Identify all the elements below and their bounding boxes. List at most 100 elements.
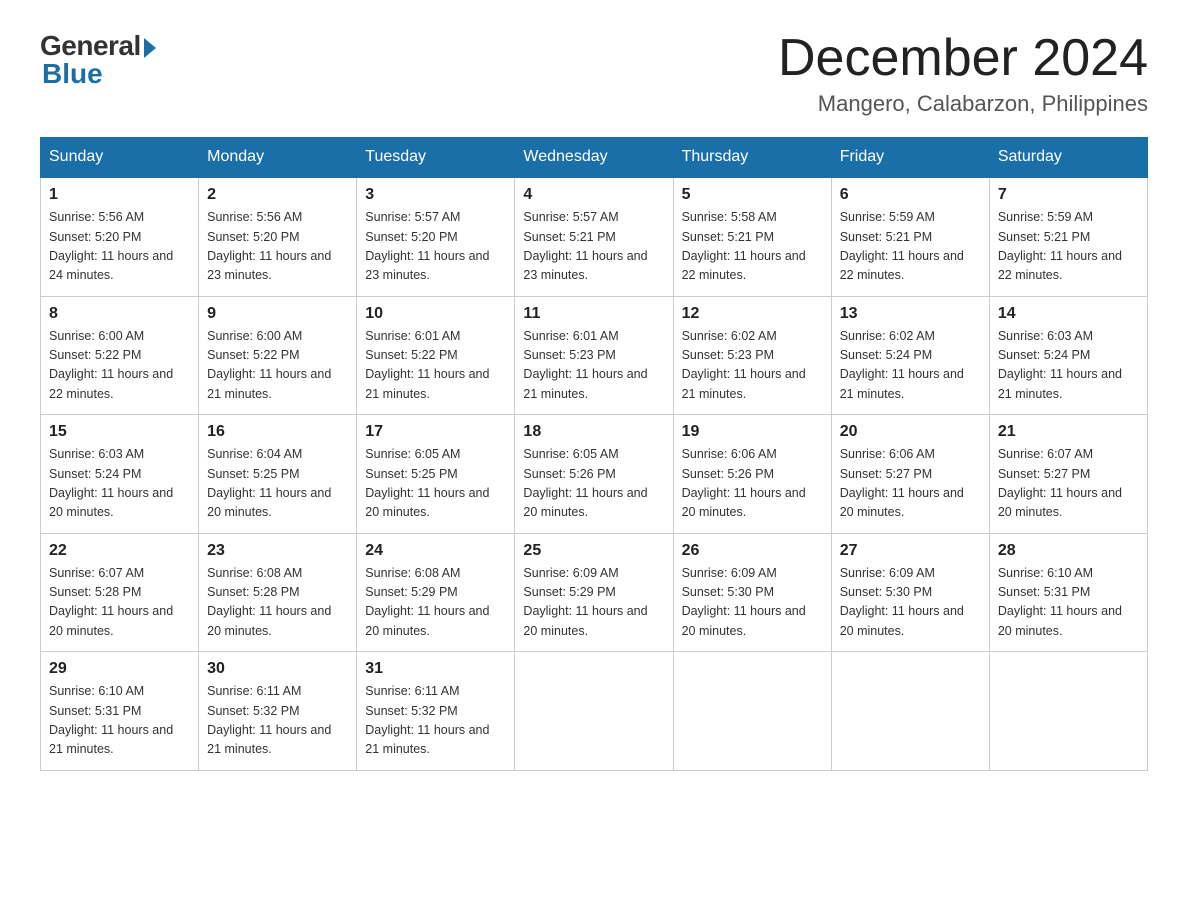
calendar-week-row: 1 Sunrise: 5:56 AMSunset: 5:20 PMDaylight… — [41, 177, 1148, 296]
sun-info: Sunrise: 5:56 AMSunset: 5:20 PMDaylight:… — [207, 208, 348, 286]
sun-info: Sunrise: 6:01 AMSunset: 5:22 PMDaylight:… — [365, 327, 506, 405]
calendar-cell: 16Sunrise: 6:04 AMSunset: 5:25 PMDayligh… — [199, 415, 357, 534]
calendar-cell — [831, 652, 989, 771]
sun-info: Sunrise: 6:08 AMSunset: 5:29 PMDaylight:… — [365, 564, 506, 642]
day-number: 27 — [840, 542, 981, 560]
sun-info: Sunrise: 5:56 AMSunset: 5:20 PMDaylight:… — [49, 208, 190, 286]
day-number: 1 — [49, 186, 190, 204]
sun-info: Sunrise: 6:10 AMSunset: 5:31 PMDaylight:… — [49, 682, 190, 760]
calendar-cell: 3 Sunrise: 5:57 AMSunset: 5:20 PMDaylight… — [357, 177, 515, 296]
weekday-header-monday: Monday — [199, 138, 357, 178]
logo: General Blue — [40, 30, 156, 90]
day-number: 8 — [49, 305, 190, 323]
day-number: 12 — [682, 305, 823, 323]
sun-info: Sunrise: 6:09 AMSunset: 5:30 PMDaylight:… — [682, 564, 823, 642]
calendar-cell: 10 Sunrise: 6:01 AMSunset: 5:22 PMDayligh… — [357, 296, 515, 415]
sun-info: Sunrise: 6:11 AMSunset: 5:32 PMDaylight:… — [365, 682, 506, 760]
calendar-cell: 31 Sunrise: 6:11 AMSunset: 5:32 PMDayligh… — [357, 652, 515, 771]
location-subtitle: Mangero, Calabarzon, Philippines — [778, 91, 1148, 117]
day-number: 19 — [682, 423, 823, 441]
sun-info: Sunrise: 5:59 AMSunset: 5:21 PMDaylight:… — [998, 208, 1139, 286]
sun-info: Sunrise: 6:03 AMSunset: 5:24 PMDaylight:… — [998, 327, 1139, 405]
sun-info: Sunrise: 6:09 AMSunset: 5:30 PMDaylight:… — [840, 564, 981, 642]
weekday-header-thursday: Thursday — [673, 138, 831, 178]
sun-info: Sunrise: 6:11 AMSunset: 5:32 PMDaylight:… — [207, 682, 348, 760]
calendar-cell: 17 Sunrise: 6:05 AMSunset: 5:25 PMDayligh… — [357, 415, 515, 534]
day-number: 14 — [998, 305, 1139, 323]
day-number: 9 — [207, 305, 348, 323]
calendar-cell: 13 Sunrise: 6:02 AMSunset: 5:24 PMDayligh… — [831, 296, 989, 415]
calendar-cell — [673, 652, 831, 771]
day-number: 6 — [840, 186, 981, 204]
sun-info: Sunrise: 6:05 AMSunset: 5:26 PMDaylight:… — [523, 445, 664, 523]
calendar-cell — [515, 652, 673, 771]
calendar-week-row: 8 Sunrise: 6:00 AMSunset: 5:22 PMDaylight… — [41, 296, 1148, 415]
sun-info: Sunrise: 6:02 AMSunset: 5:23 PMDaylight:… — [682, 327, 823, 405]
day-number: 15 — [49, 423, 190, 441]
sun-info: Sunrise: 5:58 AMSunset: 5:21 PMDaylight:… — [682, 208, 823, 286]
day-number: 3 — [365, 186, 506, 204]
calendar-cell: 25Sunrise: 6:09 AMSunset: 5:29 PMDayligh… — [515, 533, 673, 652]
day-number: 7 — [998, 186, 1139, 204]
weekday-header-sunday: Sunday — [41, 138, 199, 178]
calendar-week-row: 29 Sunrise: 6:10 AMSunset: 5:31 PMDayligh… — [41, 652, 1148, 771]
day-number: 18 — [523, 423, 664, 441]
logo-triangle-icon — [144, 38, 156, 58]
day-number: 22 — [49, 542, 190, 560]
calendar-cell: 21Sunrise: 6:07 AMSunset: 5:27 PMDayligh… — [989, 415, 1147, 534]
logo-blue-text: Blue — [40, 58, 103, 90]
month-title: December 2024 — [778, 30, 1148, 87]
day-number: 26 — [682, 542, 823, 560]
calendar-cell: 11Sunrise: 6:01 AMSunset: 5:23 PMDayligh… — [515, 296, 673, 415]
calendar-cell: 27 Sunrise: 6:09 AMSunset: 5:30 PMDayligh… — [831, 533, 989, 652]
day-number: 17 — [365, 423, 506, 441]
sun-info: Sunrise: 6:09 AMSunset: 5:29 PMDaylight:… — [523, 564, 664, 642]
calendar-cell: 24 Sunrise: 6:08 AMSunset: 5:29 PMDayligh… — [357, 533, 515, 652]
calendar-cell: 14 Sunrise: 6:03 AMSunset: 5:24 PMDayligh… — [989, 296, 1147, 415]
calendar-cell: 9 Sunrise: 6:00 AMSunset: 5:22 PMDaylight… — [199, 296, 357, 415]
calendar-cell: 6Sunrise: 5:59 AMSunset: 5:21 PMDaylight… — [831, 177, 989, 296]
day-number: 24 — [365, 542, 506, 560]
calendar-table: SundayMondayTuesdayWednesdayThursdayFrid… — [40, 137, 1148, 771]
day-number: 20 — [840, 423, 981, 441]
calendar-cell: 30 Sunrise: 6:11 AMSunset: 5:32 PMDayligh… — [199, 652, 357, 771]
sun-info: Sunrise: 5:57 AMSunset: 5:20 PMDaylight:… — [365, 208, 506, 286]
calendar-cell: 15 Sunrise: 6:03 AMSunset: 5:24 PMDayligh… — [41, 415, 199, 534]
sun-info: Sunrise: 6:08 AMSunset: 5:28 PMDaylight:… — [207, 564, 348, 642]
calendar-cell: 7 Sunrise: 5:59 AMSunset: 5:21 PMDaylight… — [989, 177, 1147, 296]
day-number: 10 — [365, 305, 506, 323]
page-header: General Blue December 2024 Mangero, Cala… — [40, 30, 1148, 117]
sun-info: Sunrise: 6:00 AMSunset: 5:22 PMDaylight:… — [49, 327, 190, 405]
sun-info: Sunrise: 6:06 AMSunset: 5:27 PMDaylight:… — [840, 445, 981, 523]
sun-info: Sunrise: 6:02 AMSunset: 5:24 PMDaylight:… — [840, 327, 981, 405]
day-number: 4 — [523, 186, 664, 204]
calendar-cell: 22 Sunrise: 6:07 AMSunset: 5:28 PMDayligh… — [41, 533, 199, 652]
calendar-header: SundayMondayTuesdayWednesdayThursdayFrid… — [41, 138, 1148, 178]
sun-info: Sunrise: 6:00 AMSunset: 5:22 PMDaylight:… — [207, 327, 348, 405]
calendar-cell: 8 Sunrise: 6:00 AMSunset: 5:22 PMDaylight… — [41, 296, 199, 415]
sun-info: Sunrise: 6:10 AMSunset: 5:31 PMDaylight:… — [998, 564, 1139, 642]
sun-info: Sunrise: 6:03 AMSunset: 5:24 PMDaylight:… — [49, 445, 190, 523]
day-number: 21 — [998, 423, 1139, 441]
day-number: 2 — [207, 186, 348, 204]
day-number: 31 — [365, 660, 506, 678]
calendar-cell: 29 Sunrise: 6:10 AMSunset: 5:31 PMDayligh… — [41, 652, 199, 771]
sun-info: Sunrise: 6:07 AMSunset: 5:28 PMDaylight:… — [49, 564, 190, 642]
day-number: 13 — [840, 305, 981, 323]
day-number: 23 — [207, 542, 348, 560]
weekday-header-friday: Friday — [831, 138, 989, 178]
calendar-cell: 2 Sunrise: 5:56 AMSunset: 5:20 PMDaylight… — [199, 177, 357, 296]
day-number: 30 — [207, 660, 348, 678]
calendar-cell: 28 Sunrise: 6:10 AMSunset: 5:31 PMDayligh… — [989, 533, 1147, 652]
calendar-cell: 5Sunrise: 5:58 AMSunset: 5:21 PMDaylight… — [673, 177, 831, 296]
weekday-header-saturday: Saturday — [989, 138, 1147, 178]
weekday-header-row: SundayMondayTuesdayWednesdayThursdayFrid… — [41, 138, 1148, 178]
calendar-cell: 26 Sunrise: 6:09 AMSunset: 5:30 PMDayligh… — [673, 533, 831, 652]
title-block: December 2024 Mangero, Calabarzon, Phili… — [778, 30, 1148, 117]
sun-info: Sunrise: 6:04 AMSunset: 5:25 PMDaylight:… — [207, 445, 348, 523]
sun-info: Sunrise: 6:05 AMSunset: 5:25 PMDaylight:… — [365, 445, 506, 523]
weekday-header-tuesday: Tuesday — [357, 138, 515, 178]
sun-info: Sunrise: 6:06 AMSunset: 5:26 PMDaylight:… — [682, 445, 823, 523]
day-number: 28 — [998, 542, 1139, 560]
day-number: 29 — [49, 660, 190, 678]
